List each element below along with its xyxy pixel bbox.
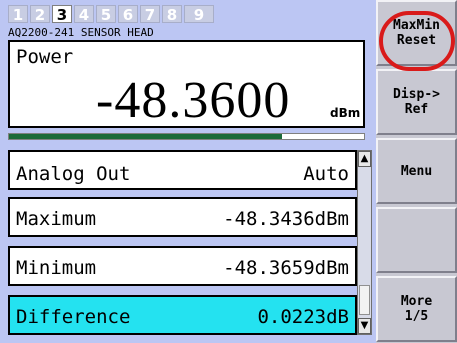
row-value: -48.3659dBm [223, 257, 349, 279]
scroll-down-icon[interactable]: ▼ [358, 318, 371, 334]
tab-7[interactable]: 7 [140, 5, 160, 24]
list-item-difference[interactable]: Difference 0.0223dB [8, 295, 357, 335]
channel-tabs: 1 2 3 4 5 6 7 8 9 [8, 5, 216, 24]
row-label: Difference [16, 306, 131, 328]
scroll-thumb[interactable] [359, 285, 370, 315]
tab-6[interactable]: 6 [118, 5, 138, 24]
row-label: Maximum [16, 208, 97, 230]
list-item-analog-out[interactable]: Analog Out Auto [8, 150, 357, 190]
parameter-list: Analog Out Auto Maximum -48.3436dBm Mini… [8, 150, 357, 335]
menu-button[interactable]: Menu [376, 138, 457, 204]
tab-2[interactable]: 2 [30, 5, 50, 24]
row-label: Minimum [16, 257, 97, 279]
power-unit: dBm [330, 106, 361, 120]
list-item-minimum[interactable]: Minimum -48.3659dBm [8, 246, 357, 286]
tab-4[interactable]: 4 [74, 5, 94, 24]
tab-3[interactable]: 3 [52, 5, 72, 24]
power-value: -48.3600 [96, 72, 291, 129]
tab-1[interactable]: 1 [8, 5, 28, 24]
tab-9[interactable]: 9 [184, 5, 214, 24]
highlight-circle [379, 11, 455, 71]
power-readout: Power -48.3600 dBm [8, 40, 365, 128]
power-bargraph [8, 133, 365, 140]
sensor-label: AQ2200-241 SENSOR HEAD [8, 26, 154, 39]
power-label: Power [16, 46, 74, 68]
more-button[interactable]: More 1/5 [376, 276, 457, 342]
tab-5[interactable]: 5 [96, 5, 116, 24]
blank-softkey[interactable] [376, 207, 457, 273]
main-display: 1 2 3 4 5 6 7 8 9 AQ2200-241 SENSOR HEAD… [0, 0, 376, 343]
row-label: Analog Out [16, 163, 131, 185]
instrument-screen: 1 2 3 4 5 6 7 8 9 AQ2200-241 SENSOR HEAD… [0, 0, 457, 343]
bargraph-fill [9, 134, 283, 139]
row-value: 0.0223dB [257, 306, 349, 328]
list-item-maximum[interactable]: Maximum -48.3436dBm [8, 197, 357, 237]
scroll-up-icon[interactable]: ▲ [358, 151, 371, 167]
disp-ref-button[interactable]: Disp-> Ref [376, 69, 457, 135]
row-value: -48.3436dBm [223, 208, 349, 230]
tab-8[interactable]: 8 [162, 5, 182, 24]
row-value: Auto [303, 163, 349, 185]
list-scrollbar[interactable]: ▲ ▼ [357, 150, 372, 335]
